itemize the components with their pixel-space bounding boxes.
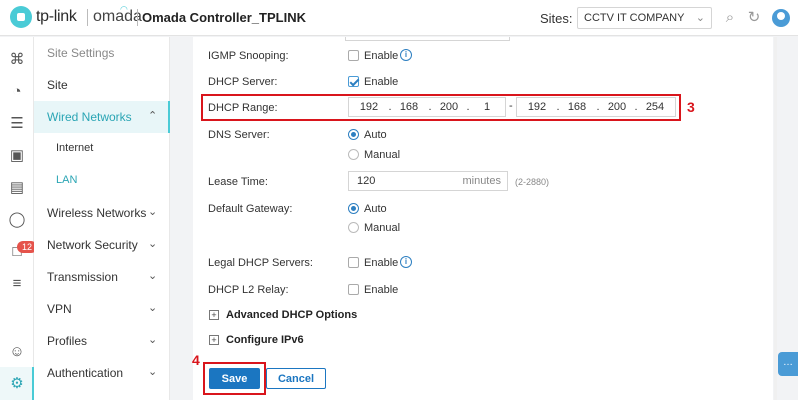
sidebar-item-lan[interactable]: LAN (34, 165, 170, 197)
cancel-button[interactable]: Cancel (266, 368, 326, 389)
dhcp-server-checkbox[interactable] (348, 76, 359, 87)
sites-label: Sites: (540, 11, 573, 26)
statistics-icon[interactable]: ◔ (8, 83, 26, 101)
configure-ipv6-toggle[interactable]: Configure IPv6 (226, 334, 304, 346)
sidebar-item-transmission[interactable]: Transmission ⌄ (34, 261, 170, 293)
dns-auto-label: Auto (364, 129, 387, 141)
chevron-down-icon: ⌄ (148, 270, 158, 282)
chevron-down-icon: ⌄ (148, 302, 158, 314)
account-icon[interactable]: ☺ (8, 343, 26, 361)
top-bar: tp-link omada ◠ Omada Controller_TPLINK … (0, 0, 798, 36)
sidebar-item-label: VPN (47, 302, 72, 316)
gateway-auto-label: Auto (364, 203, 387, 215)
l2-relay-checkbox[interactable] (348, 284, 359, 295)
legal-dhcp-enable-label: Enable (364, 257, 399, 269)
sidebar-item-label: LAN (56, 174, 78, 186)
product-name: omada (93, 8, 142, 25)
chevron-down-icon: ⌄ (148, 206, 158, 218)
l2-relay-enable-label: Enable (364, 284, 399, 296)
app-title: Omada Controller_TPLINK (142, 10, 306, 25)
sidebar-item-site[interactable]: Site (34, 69, 170, 101)
logo-divider (87, 9, 88, 26)
legal-dhcp-label: Legal DHCP Servers: (208, 257, 313, 269)
step-3-marker: 3 (687, 99, 695, 115)
info-icon[interactable]: i (400, 256, 412, 268)
expand-plus-icon[interactable]: + (209, 310, 219, 320)
dashboard-icon[interactable]: ⌘ (8, 51, 26, 69)
gateway-manual-label: Manual (364, 222, 401, 234)
chevron-up-icon: ⌃ (148, 110, 158, 122)
lease-time-label: Lease Time: (208, 176, 268, 188)
sidebar-item-wireless-networks[interactable]: Wireless Networks ⌄ (34, 197, 170, 229)
clients-icon[interactable]: ▤ (8, 179, 26, 197)
info-icon[interactable]: i (400, 49, 412, 61)
sidebar-item-label: Network Security (47, 238, 138, 252)
dhcp-server-label: DHCP Server: (208, 76, 278, 88)
previous-field-edge (345, 37, 510, 41)
sidebar-item-authentication[interactable]: Authentication ⌄ (34, 357, 170, 389)
step-4-marker: 4 (192, 352, 200, 368)
gateway-manual-radio[interactable] (348, 222, 359, 233)
legal-dhcp-checkbox[interactable] (348, 257, 359, 268)
devices-icon[interactable]: ▣ (8, 147, 26, 165)
dhcp-enable-label: Enable (364, 76, 399, 88)
sidebar-item-network-security[interactable]: Network Security ⌄ (34, 229, 170, 261)
insights-icon[interactable]: ◯ (8, 211, 26, 229)
lease-time-value: 120 (357, 175, 376, 187)
igmp-snooping-checkbox[interactable] (348, 50, 359, 61)
dns-manual-radio[interactable] (348, 149, 359, 160)
map-icon[interactable]: ☰ (8, 115, 26, 133)
advanced-dhcp-options-toggle[interactable]: Advanced DHCP Options (226, 309, 357, 321)
sidebar-item-label: Authentication (47, 366, 124, 380)
icon-rail: ⌘ ◔ ☰ ▣ ▤ ◯ □ 12 ≡ ☺ ⚙ (0, 37, 37, 400)
tplink-logo-icon (10, 6, 32, 28)
chevron-down-icon: ⌄ (148, 238, 158, 250)
site-select-value: CCTV IT COMPANY (584, 12, 685, 24)
dns-server-label: DNS Server: (208, 129, 270, 141)
settings-sidebar: Site Settings Site Wired Networks ⌃ Inte… (34, 37, 170, 400)
chevron-down-icon: ⌄ (148, 366, 158, 378)
igmp-enable-label: Enable (364, 50, 399, 62)
sidebar-item-profiles[interactable]: Profiles ⌄ (34, 325, 170, 357)
sidebar-header-site-settings: Site Settings (34, 37, 170, 69)
site-select[interactable]: CCTV IT COMPANY ⌄ (577, 7, 712, 29)
search-icon[interactable]: ⌕ (721, 9, 739, 27)
title-divider (137, 9, 138, 26)
sidebar-item-label: Transmission (47, 270, 118, 284)
refresh-icon[interactable]: ↻ (745, 9, 763, 27)
sidebar-item-label: Site Settings (47, 46, 115, 60)
settings-gear-icon[interactable]: ⚙ (8, 375, 26, 393)
brand-name: tp-link (36, 8, 77, 25)
sidebar-item-wired-networks[interactable]: Wired Networks ⌃ (34, 101, 170, 133)
chevron-down-icon: ⌄ (695, 12, 705, 24)
lease-time-hint: (2-2880) (515, 177, 550, 187)
default-gateway-label: Default Gateway: (208, 203, 293, 215)
reports-icon[interactable]: ≡ (8, 275, 26, 293)
lease-time-input[interactable]: 120 minutes (348, 171, 508, 191)
gateway-auto-radio[interactable] (348, 203, 359, 214)
sidebar-item-label: Internet (56, 142, 94, 154)
igmp-snooping-label: IGMP Snooping: (208, 50, 289, 62)
dhcp-range-highlight (201, 94, 681, 121)
expand-plus-icon[interactable]: + (209, 335, 219, 345)
chevron-down-icon: ⌄ (148, 334, 158, 346)
l2-relay-label: DHCP L2 Relay: (208, 284, 289, 296)
sidebar-item-label: Wireless Networks (47, 206, 147, 220)
save-button[interactable]: Save (209, 368, 260, 389)
sidebar-item-label: Profiles (47, 334, 88, 348)
sidebar-item-label: Site (47, 78, 68, 92)
lease-time-unit: minutes (462, 175, 501, 187)
sidebar-item-vpn[interactable]: VPN ⌄ (34, 293, 170, 325)
sidebar-item-label: Wired Networks (47, 110, 132, 124)
chat-support-icon[interactable]: … (778, 352, 798, 376)
dns-auto-radio[interactable] (348, 129, 359, 140)
user-avatar-icon[interactable] (772, 9, 790, 27)
sidebar-item-internet[interactable]: Internet (34, 133, 170, 165)
wifi-arc-icon: ◠ (120, 4, 128, 14)
dns-manual-label: Manual (364, 149, 401, 161)
scrollbar[interactable] (774, 37, 777, 400)
